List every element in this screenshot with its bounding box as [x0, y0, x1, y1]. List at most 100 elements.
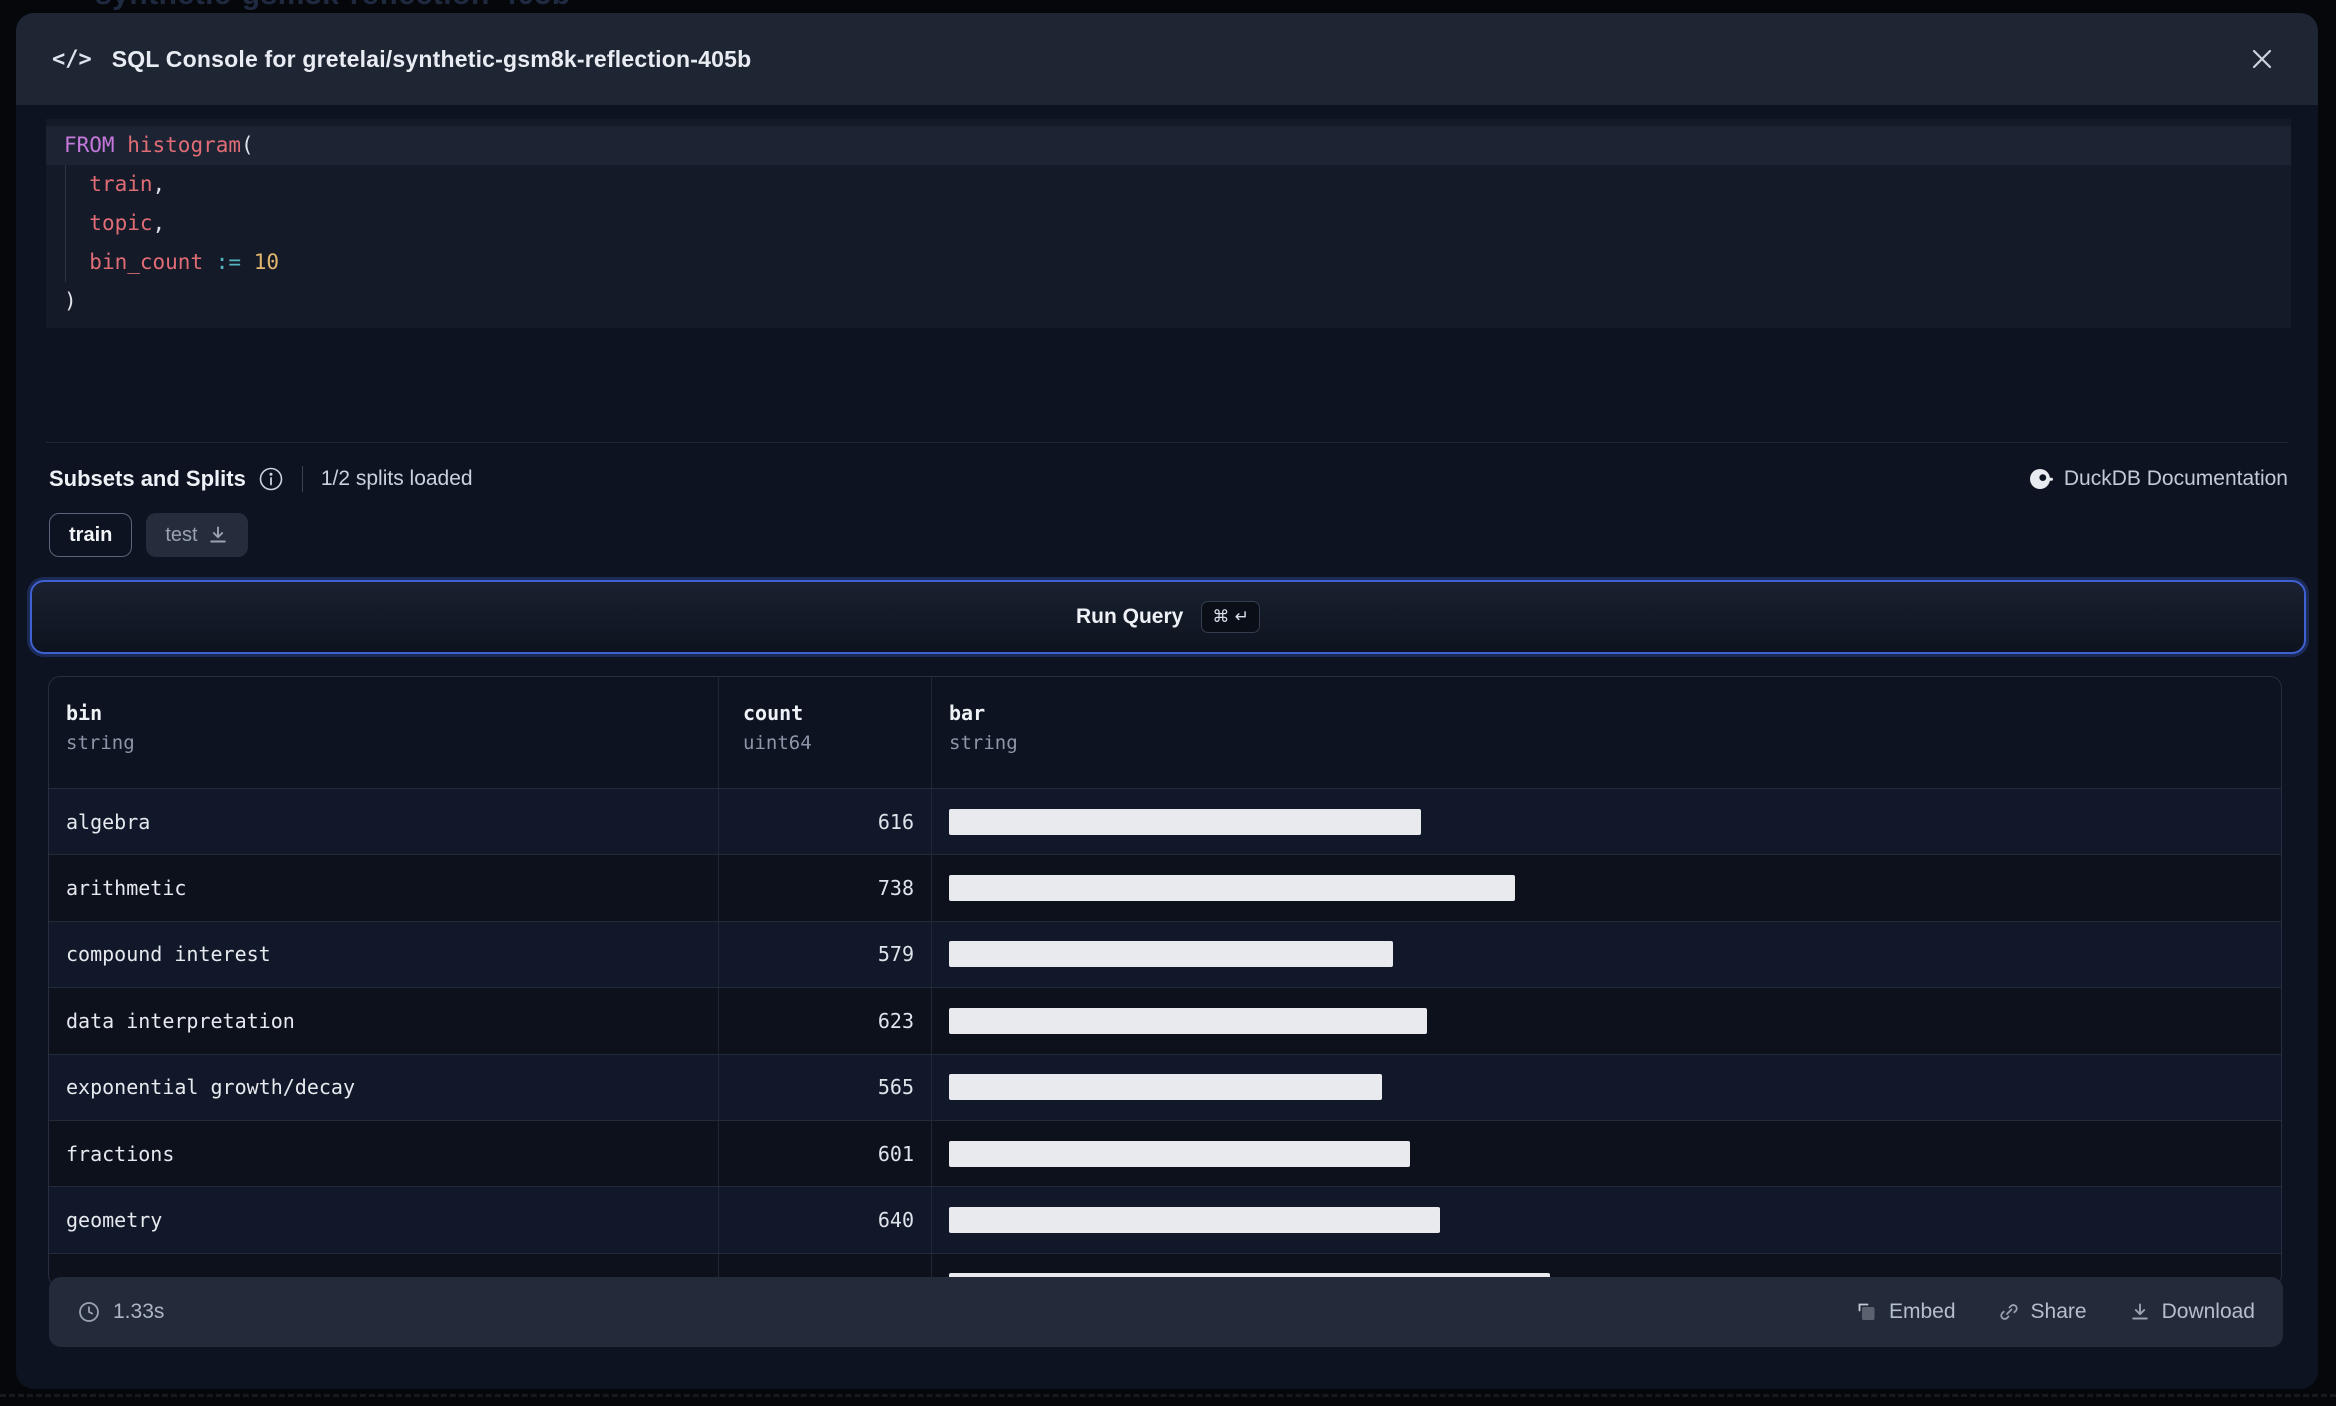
download-button[interactable]: Download [2129, 1300, 2255, 1324]
table-row: arithmetic 738 [49, 854, 2281, 921]
split-pill-test[interactable]: test [146, 513, 248, 557]
code-line: ) [46, 282, 2291, 321]
embed-icon [1856, 1301, 1878, 1323]
download-icon [207, 524, 229, 546]
code-token: ( [241, 133, 254, 157]
action-label: Share [2030, 1300, 2087, 1323]
bin-cell: compound interest [49, 921, 719, 988]
histogram-bar [949, 1074, 1382, 1101]
close-button[interactable] [2242, 39, 2282, 79]
table-header-row: bin string count uint64 bar string [49, 677, 2281, 788]
table-row: fractions 601 [49, 1119, 2281, 1187]
split-pills: train test [49, 513, 248, 557]
page-background: synthetic-gsm8k-reflection-405b </> SQL … [0, 0, 2336, 1406]
bin-cell: fractions [49, 1120, 719, 1187]
action-label: Download [2161, 1300, 2255, 1323]
column-name: bar [949, 701, 986, 725]
bar-cell [932, 1121, 2281, 1186]
bar-cell [932, 1055, 2281, 1120]
count-cell: 623 [719, 988, 932, 1054]
code-token: histogram [127, 133, 242, 157]
table-row: algebra 616 [49, 788, 2281, 855]
download-icon [2129, 1301, 2151, 1323]
histogram-bar [949, 808, 1421, 835]
footer-actions: Embed Share Download [1856, 1300, 2255, 1324]
column-type: uint64 [743, 732, 812, 754]
bar-cell [932, 922, 2281, 987]
code-token: , [152, 172, 166, 196]
sql-console-modal: </> SQL Console for gretelai/synthetic-g… [16, 13, 2318, 1389]
bin-cell: data interpretation [49, 988, 719, 1054]
code-token: topic [89, 211, 153, 235]
background-dashed-line [0, 1394, 2336, 1397]
code-token: ) [64, 289, 77, 313]
modal-header: </> SQL Console for gretelai/synthetic-g… [16, 13, 2318, 105]
heading-divider [301, 466, 303, 492]
code-line: FROM histogram( [46, 126, 2291, 165]
column-name: bin [66, 701, 103, 725]
share-button[interactable]: Share [1998, 1300, 2087, 1324]
count-cell: 738 [719, 855, 932, 921]
column-name: count [743, 701, 804, 725]
run-query-label: Run Query [1075, 605, 1184, 628]
embed-button[interactable]: Embed [1856, 1300, 1956, 1324]
split-pill-train[interactable]: train [49, 513, 133, 557]
bar-cell [932, 1187, 2281, 1252]
bar-cell [932, 988, 2281, 1053]
clock-icon [77, 1300, 101, 1324]
duckdb-logo-icon [2029, 468, 2054, 490]
splits-status: 1/2 splits loaded [320, 467, 473, 490]
column-header-bin: bin string [49, 677, 719, 788]
count-cell: 565 [719, 1054, 932, 1120]
code-icon: </> [52, 46, 92, 72]
modal-title: SQL Console for gretelai/synthetic-gsm8k… [111, 45, 752, 72]
code-token: := [215, 250, 242, 274]
results-footer: 1.33s Embed Share Download [49, 1277, 2283, 1347]
bin-cell: geometry [49, 1187, 719, 1253]
table-body: algebra 616 arithmetic 738 compound interest… [49, 788, 2281, 1286]
count-cell: 640 [719, 1187, 932, 1253]
code-token: , [152, 211, 166, 235]
count-cell: 601 [719, 1120, 932, 1187]
column-type: string [949, 732, 1018, 754]
bar-cell [932, 855, 2281, 920]
section-divider [46, 442, 2288, 443]
count-cell: 616 [719, 789, 932, 855]
code-line: train, [46, 165, 2291, 204]
code-token: 10 [253, 250, 279, 274]
query-duration: 1.33s [77, 1300, 164, 1324]
table-row: data interpretation 623 [49, 987, 2281, 1054]
table-row: exponential growth/decay 565 [49, 1053, 2281, 1120]
results-table[interactable]: bin string count uint64 bar string algebra 616… [48, 676, 2282, 1287]
subsets-row: Subsets and Splits 1/2 splits loaded Duc… [49, 455, 2288, 503]
close-icon [2250, 47, 2274, 71]
indent-guide [65, 165, 66, 282]
column-header-count: count uint64 [719, 677, 932, 788]
bar-cell [932, 789, 2281, 854]
code-line: bin_count := 10 [46, 243, 2291, 282]
histogram-bar [949, 1140, 1410, 1167]
histogram-bar [949, 875, 1515, 902]
run-query-button[interactable]: Run Query ⌘ ↵ [30, 580, 2306, 654]
histogram-bar [949, 1007, 1427, 1034]
histogram-bar [949, 941, 1393, 968]
table-row: geometry 640 [49, 1186, 2281, 1253]
duckdb-doc-link[interactable]: DuckDB Documentation [2029, 467, 2288, 491]
code-token: train [89, 172, 153, 196]
table-row: compound interest 579 [49, 920, 2281, 988]
histogram-bar [949, 1207, 1440, 1234]
column-type: string [66, 732, 135, 754]
bin-cell: exponential growth/decay [49, 1054, 719, 1120]
column-header-bar: bar string [932, 677, 2281, 788]
keyboard-shortcut: ⌘ ↵ [1201, 601, 1260, 633]
share-icon [1998, 1301, 2020, 1323]
info-icon[interactable] [258, 466, 284, 492]
sql-editor[interactable]: FROM histogram( train, topic, bin_count … [46, 119, 2291, 328]
duration-text: 1.33s [113, 1300, 165, 1323]
code-line: topic, [46, 204, 2291, 243]
